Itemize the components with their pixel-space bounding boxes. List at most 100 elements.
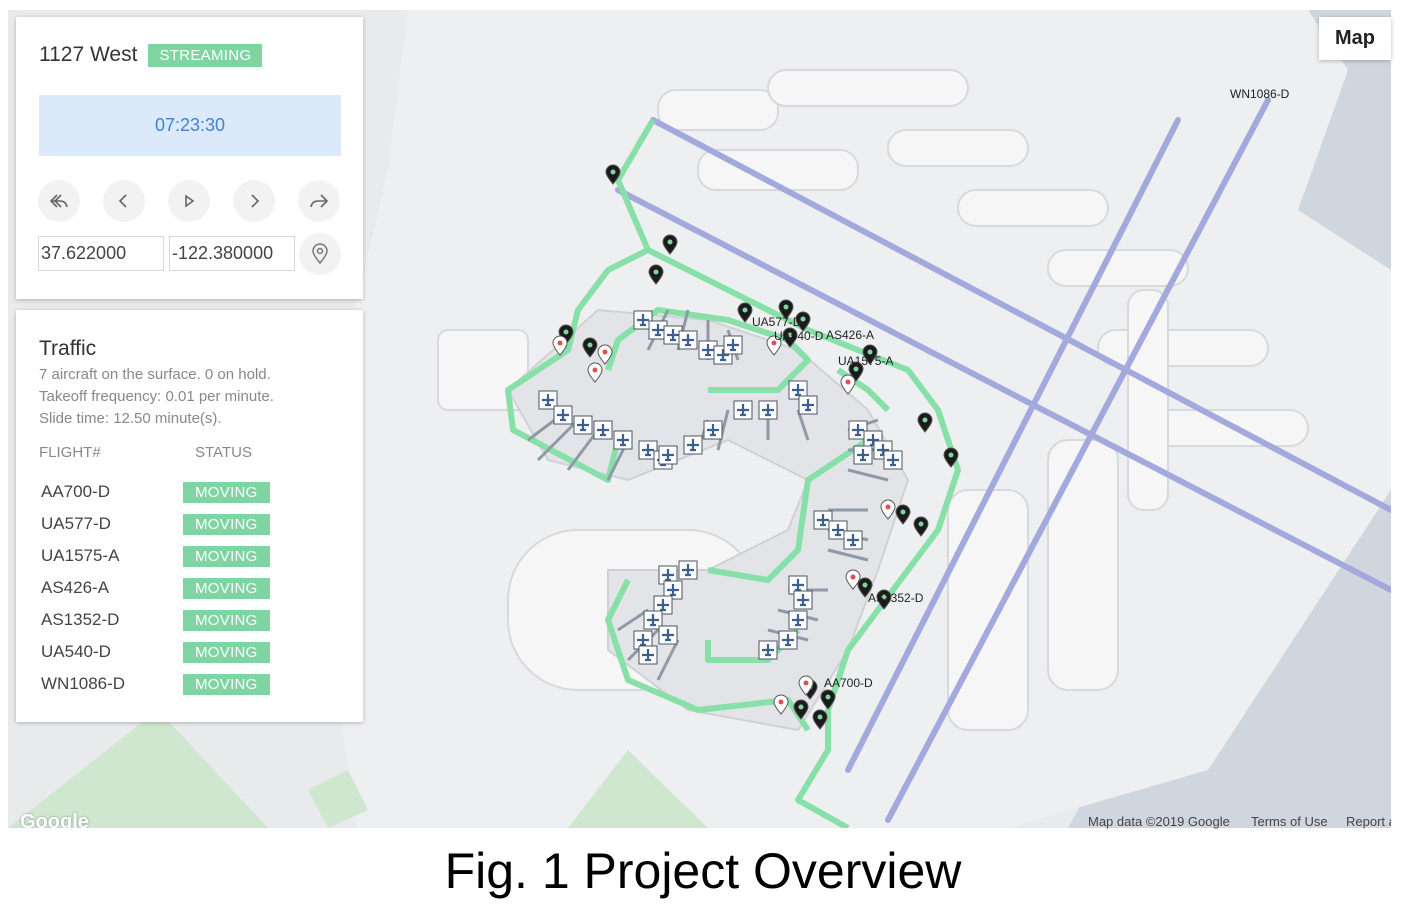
- parked-aircraft-icon: [613, 430, 633, 450]
- rewind-icon: [49, 194, 68, 208]
- aircraft-marker-icon[interactable]: [662, 234, 678, 255]
- parked-aircraft-icon: [793, 590, 813, 610]
- parked-aircraft-icon: [733, 400, 753, 420]
- status-badge: MOVING: [183, 577, 270, 599]
- flight-number: UA577-D: [41, 514, 111, 533]
- map-label-aa700: AA700-D: [824, 676, 873, 690]
- parked-aircraft-icon: [758, 640, 778, 660]
- status-badge: MOVING: [183, 609, 270, 631]
- location-title: 1127 West: [39, 43, 138, 66]
- parked-aircraft-icon: [658, 625, 678, 645]
- header-row: 1127 West STREAMING: [39, 43, 263, 67]
- flight-number: UA1575-A: [41, 546, 120, 565]
- longitude-input[interactable]: [169, 236, 295, 271]
- aircraft-marker-icon[interactable]: [917, 412, 933, 433]
- aircraft-marker-icon[interactable]: [913, 516, 929, 537]
- slide-time: Slide time: 12.50 minute(s).: [39, 410, 222, 427]
- rewind-button[interactable]: [38, 180, 80, 222]
- parked-aircraft-icon: [703, 420, 723, 440]
- aircraft-marker-icon[interactable]: [895, 504, 911, 525]
- flight-number: AA700-D: [41, 482, 110, 501]
- prev-button[interactable]: [103, 180, 145, 222]
- parked-aircraft-icon: [658, 445, 678, 465]
- traffic-summary: 7 aircraft on the surface. 0 on hold.: [39, 366, 271, 383]
- aircraft-marker-icon[interactable]: [605, 164, 621, 185]
- flight-number: WN1086-D: [41, 674, 126, 693]
- chevron-right-icon: [251, 194, 260, 208]
- aircraft-marker-icon[interactable]: [648, 264, 664, 285]
- table-row[interactable]: UA577-D MOVING: [41, 512, 270, 536]
- parked-aircraft-icon: [573, 415, 593, 435]
- map-label-wn1086: WN1086-D: [1230, 87, 1290, 101]
- next-button[interactable]: [233, 180, 275, 222]
- parked-aircraft-icon: [723, 335, 743, 355]
- status-column-header: STATUS: [195, 444, 252, 461]
- map-data-attribution: Map data ©2019 Google: [1088, 814, 1230, 829]
- parked-aircraft-icon: [678, 560, 698, 580]
- aircraft-marker-icon[interactable]: [793, 699, 809, 720]
- table-row[interactable]: WN1086-D MOVING: [41, 672, 270, 696]
- parked-aircraft-icon: [843, 530, 863, 550]
- map-label-as1352: AS1352-D: [868, 591, 924, 605]
- aircraft-marker-icon[interactable]: [737, 302, 753, 323]
- flight-column-header: FLIGHT#: [39, 444, 101, 461]
- flight-number: AS426-A: [41, 578, 110, 597]
- table-row[interactable]: AS426-A MOVING: [41, 576, 270, 600]
- map-pin-icon: [312, 243, 328, 265]
- aircraft-marker-icon[interactable]: [943, 447, 959, 468]
- parked-aircraft-icon: [678, 330, 698, 350]
- flight-number: AS1352-D: [41, 610, 120, 629]
- terms-of-use-link[interactable]: Terms of Use: [1251, 814, 1328, 829]
- map-label-as426: AS426-A: [826, 328, 874, 342]
- simulation-clock: 07:23:30: [39, 95, 341, 156]
- gate-marker-icon[interactable]: [597, 344, 613, 365]
- parked-aircraft-icon: [593, 420, 613, 440]
- status-badge: MOVING: [183, 641, 270, 663]
- forward-icon: [310, 194, 329, 208]
- status-badge: MOVING: [183, 481, 270, 503]
- traffic-title: Traffic: [39, 337, 97, 360]
- flight-labels: WN1086-D UA577-D UA540-D AS426-A UA1575-…: [752, 87, 1290, 690]
- table-row[interactable]: UA540-D MOVING: [41, 640, 270, 664]
- map-label-ua577: UA577-D: [752, 315, 802, 329]
- map-label-ua540: UA540-D: [774, 329, 824, 343]
- streaming-badge: STREAMING: [148, 43, 263, 67]
- parked-aircraft-icon: [883, 450, 903, 470]
- table-row[interactable]: AS1352-D MOVING: [41, 608, 270, 632]
- parked-aircraft-icon: [778, 630, 798, 650]
- parked-aircraft-icon: [853, 445, 873, 465]
- map-type-button[interactable]: Map: [1319, 17, 1391, 60]
- table-row[interactable]: AA700-D MOVING: [41, 480, 270, 504]
- gate-marker-icon[interactable]: [840, 374, 856, 395]
- aircraft-marker-icon[interactable]: [820, 689, 836, 710]
- parked-aircraft-icon: [788, 610, 808, 630]
- status-badge: MOVING: [183, 673, 270, 695]
- traffic-panel: Traffic 7 aircraft on the surface. 0 on …: [16, 310, 363, 722]
- figure-caption: Fig. 1 Project Overview: [444, 843, 962, 899]
- parked-aircraft-icon: [798, 395, 818, 415]
- takeoff-frequency: Takeoff frequency: 0.01 per minute.: [39, 388, 274, 405]
- play-button[interactable]: [168, 180, 210, 222]
- gate-marker-icon[interactable]: [773, 694, 789, 715]
- parked-aircraft-icon: [683, 435, 703, 455]
- status-badge: MOVING: [183, 513, 270, 535]
- aircraft-marker-icon[interactable]: [582, 337, 598, 358]
- parked-aircraft-icon: [758, 400, 778, 420]
- flight-number: UA540-D: [41, 642, 111, 661]
- gate-marker-icon[interactable]: [587, 362, 603, 383]
- forward-button[interactable]: [298, 180, 340, 222]
- gate-marker-icon[interactable]: [880, 499, 896, 520]
- report-link[interactable]: Report a: [1346, 814, 1391, 829]
- locate-button[interactable]: [299, 233, 341, 275]
- parked-aircraft-icon: [553, 405, 573, 425]
- play-icon: [185, 194, 195, 208]
- chevron-left-icon: [118, 194, 127, 208]
- google-logo: Google: [20, 811, 89, 828]
- latitude-input[interactable]: [38, 236, 164, 271]
- map-label-ua1575: UA1575-A: [838, 354, 893, 368]
- parked-aircraft-icon: [638, 645, 658, 665]
- gate-marker-icon[interactable]: [552, 335, 568, 356]
- table-row[interactable]: UA1575-A MOVING: [41, 544, 270, 568]
- status-badge: MOVING: [183, 545, 270, 567]
- aircraft-marker-icon[interactable]: [812, 709, 828, 730]
